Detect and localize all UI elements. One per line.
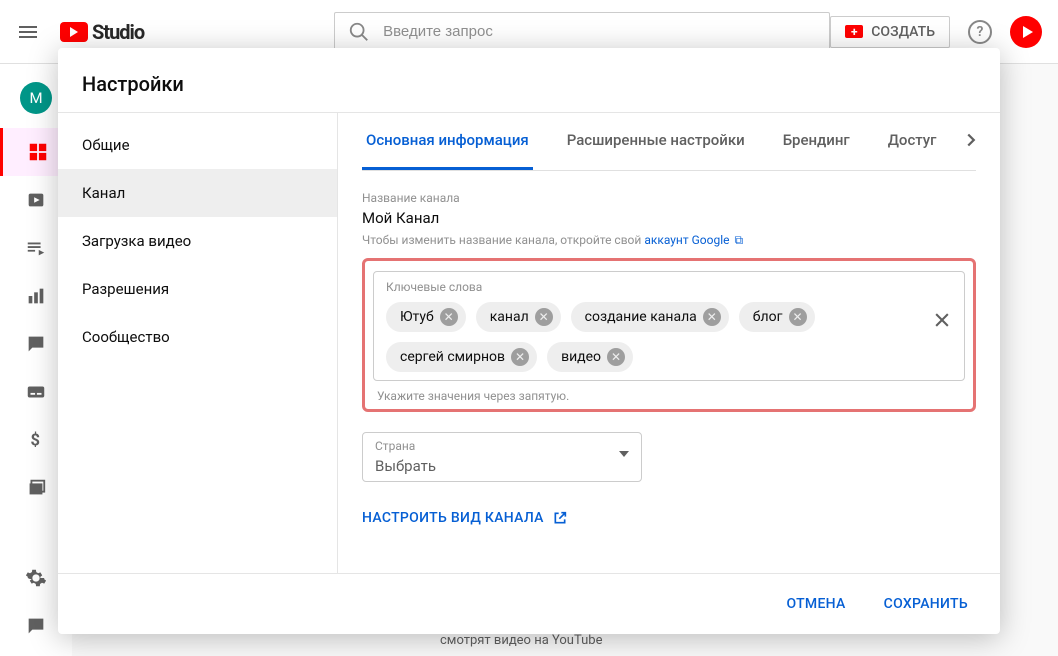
background-hint: смотрят видео на YouTube — [440, 633, 602, 648]
modal-body: Общие Канал Загрузка видео Разрешения Со… — [58, 113, 1000, 573]
chip-remove-icon[interactable]: ✕ — [535, 308, 553, 326]
keyword-chip: видео✕ — [547, 342, 633, 372]
settings-modal: Настройки Общие Канал Загрузка видео Раз… — [58, 48, 1000, 634]
chip-remove-icon[interactable]: ✕ — [789, 308, 807, 326]
tab-basic-info[interactable]: Основная информация — [362, 113, 533, 170]
help-icon[interactable]: ? — [968, 20, 992, 44]
keywords-label: Ключевые слова — [386, 280, 920, 294]
modal-sidebar: Общие Канал Загрузка видео Разрешения Со… — [58, 113, 338, 573]
menu-icon[interactable] — [16, 20, 40, 44]
create-label: СОЗДАТЬ — [871, 24, 935, 40]
google-account-link[interactable]: аккаунт Google — [644, 233, 729, 247]
channel-name-label: Название канала — [362, 191, 976, 205]
tabs-scroll-right-icon[interactable] — [960, 129, 982, 155]
tab-branding[interactable]: Брендинг — [779, 113, 854, 170]
header-actions: СОЗДАТЬ ? — [830, 16, 1042, 48]
sidebar-item-general[interactable]: Общие — [58, 121, 337, 169]
country-select[interactable]: Страна Выбрать — [362, 432, 642, 482]
tab-access[interactable]: Достуг — [884, 113, 941, 170]
channel-name-hint: Чтобы изменить название канала, откройте… — [362, 233, 976, 248]
tabs: Основная информация Расширенные настройк… — [362, 113, 976, 171]
keywords-highlight: Ключевые слова Ютуб✕ канал✕ создание канал… — [362, 258, 976, 412]
create-video-icon — [845, 25, 863, 38]
keyword-chip: сергей смирнов✕ — [386, 342, 537, 372]
save-button[interactable]: СОХРАНИТЬ — [872, 588, 980, 620]
sidebar-item-community[interactable]: Сообщество — [58, 313, 337, 361]
configure-channel-link[interactable]: НАСТРОИТЬ ВИД КАНАЛА — [362, 510, 976, 526]
keyword-chip: блог✕ — [739, 302, 815, 332]
chip-remove-icon[interactable]: ✕ — [440, 308, 458, 326]
country-label: Страна — [375, 439, 629, 453]
keyword-chip: канал✕ — [476, 302, 561, 332]
logo-text: Studio — [92, 20, 144, 44]
search-wrap — [334, 12, 830, 52]
tab-advanced[interactable]: Расширенные настройки — [563, 113, 749, 170]
channel-name-value: Мой Канал — [362, 209, 976, 227]
keywords-helper: Укажите значения через запятую. — [373, 389, 965, 403]
sidebar-item-permissions[interactable]: Разрешения — [58, 265, 337, 313]
studio-logo[interactable]: Studio — [60, 20, 144, 44]
external-link-icon — [552, 510, 568, 526]
keyword-chips: Ютуб✕ канал✕ создание канала✕ блог✕ сергей с… — [386, 302, 920, 372]
clear-keywords-icon[interactable] — [932, 310, 952, 334]
modal-title: Настройки — [58, 48, 1000, 113]
svg-text:$: $ — [31, 432, 40, 451]
chip-remove-icon[interactable]: ✕ — [511, 348, 529, 366]
create-button[interactable]: СОЗДАТЬ — [830, 16, 950, 48]
search-input[interactable] — [334, 12, 830, 52]
modal-footer: ОТМЕНА СОХРАНИТЬ — [58, 573, 1000, 634]
keywords-field[interactable]: Ключевые слова Ютуб✕ канал✕ создание канал… — [373, 271, 965, 381]
keyword-chip: Ютуб✕ — [386, 302, 466, 332]
youtube-icon — [60, 22, 88, 42]
modal-content: Основная информация Расширенные настройк… — [338, 113, 1000, 573]
cancel-button[interactable]: ОТМЕНА — [774, 588, 857, 620]
country-value: Выбрать — [375, 457, 629, 475]
chip-remove-icon[interactable]: ✕ — [703, 308, 721, 326]
channel-play-avatar[interactable] — [1010, 16, 1042, 48]
external-link-icon: ⧉ — [734, 233, 743, 247]
sidebar-item-channel[interactable]: Канал — [58, 169, 337, 217]
chip-remove-icon[interactable]: ✕ — [607, 348, 625, 366]
chevron-down-icon — [619, 451, 629, 457]
user-avatar[interactable]: М — [20, 82, 52, 114]
search-icon — [348, 21, 370, 47]
keyword-chip: создание канала✕ — [571, 302, 729, 332]
sidebar-item-upload[interactable]: Загрузка видео — [58, 217, 337, 265]
